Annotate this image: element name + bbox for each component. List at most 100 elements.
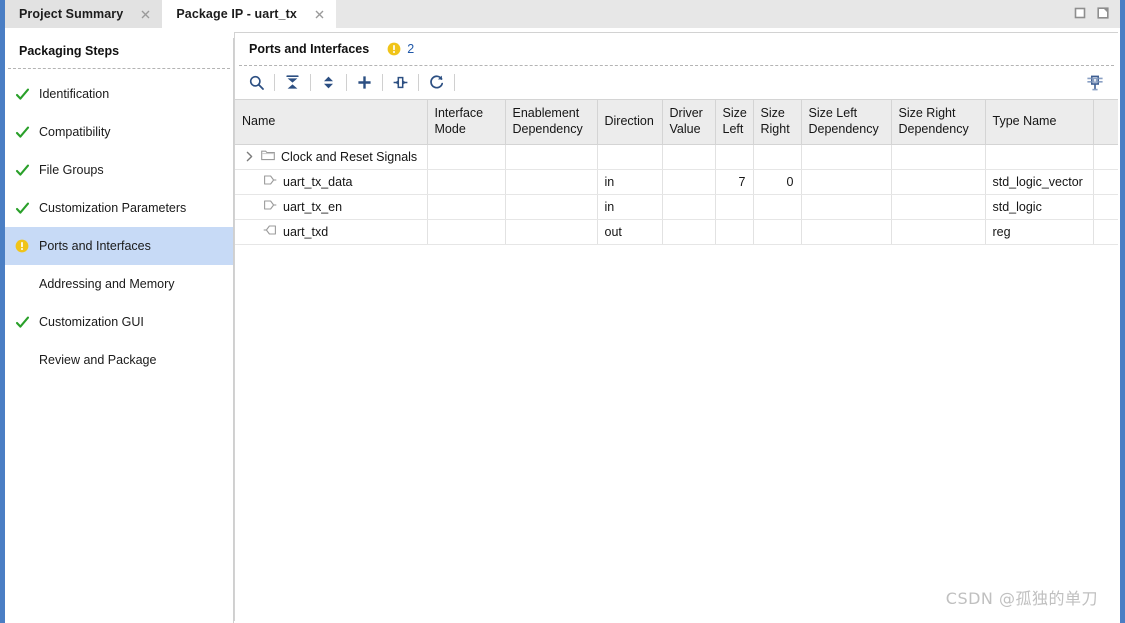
cell-size-right[interactable] [753,219,802,245]
table-row[interactable]: uart_tx_en in std_logic [235,194,1118,220]
row-name: uart_tx_en [283,199,343,214]
sidebar-item-identification[interactable]: Identification [5,75,233,113]
cell-type-name[interactable]: std_logic_vector [985,169,1094,195]
sidebar-item-file-groups[interactable]: File Groups [5,151,233,189]
toolbar-separator [382,74,383,91]
column-header-size-left[interactable]: Size Left [715,100,754,145]
table-row[interactable]: uart_txd out reg [235,219,1118,245]
status-badge[interactable]: 2 [387,42,414,56]
cell-enablement-dependency[interactable] [505,144,598,170]
cell-interface-mode[interactable] [427,194,506,220]
cell-size-right[interactable] [753,144,802,170]
sidebar-item-review-and-package[interactable]: Review and Package [5,341,233,379]
table-row[interactable]: uart_tx_data in 7 0 std_logic_vector [235,169,1118,195]
column-header-direction[interactable]: Direction [597,100,663,145]
cell-name[interactable]: uart_txd [235,219,428,245]
refresh-icon[interactable] [423,70,450,95]
toolbar-right-group [1081,66,1108,99]
toolbar-separator [274,74,275,91]
sidebar-item-addressing-and-memory[interactable]: Addressing and Memory [5,265,233,303]
cell-driver-value[interactable] [662,219,716,245]
cell-size-right-dependency[interactable] [891,144,986,170]
sidebar-item-compatibility[interactable]: Compatibility [5,113,233,151]
sidebar-step-list: Identification Compatibility File Groups [5,69,233,379]
column-header-name[interactable]: Name [235,100,428,145]
toolbar-separator [310,74,311,91]
cell-spare [1093,169,1118,195]
column-header-size-left-dependency[interactable]: Size Left Dependency [801,100,892,145]
cell-size-left[interactable]: 7 [715,169,754,195]
sidebar-item-label: File Groups [39,163,104,177]
cell-enablement-dependency[interactable] [505,194,598,220]
cell-name[interactable]: uart_tx_en [235,194,428,220]
float-window-icon[interactable] [1096,6,1110,20]
column-header-driver-value[interactable]: Driver Value [662,100,716,145]
cell-driver-value[interactable] [662,194,716,220]
sidebar-item-customization-parameters[interactable]: Customization Parameters [5,189,233,227]
cell-size-left-dependency[interactable] [801,144,892,170]
expand-all-icon[interactable] [315,70,342,95]
sidebar-item-customization-gui[interactable]: Customization GUI [5,303,233,341]
cell-interface-mode[interactable] [427,169,506,195]
tab-package-ip[interactable]: Package IP - uart_tx [162,0,336,28]
cell-driver-value[interactable] [662,169,716,195]
cell-enablement-dependency[interactable] [505,169,598,195]
table-header-row: Name Interface Mode Enablement Dependenc… [235,100,1118,145]
row-name: uart_tx_data [283,174,353,189]
cell-size-right-dependency[interactable] [891,194,986,220]
cell-type-name[interactable] [985,144,1094,170]
column-header-size-right-dependency[interactable]: Size Right Dependency [891,100,986,145]
cell-size-right[interactable] [753,194,802,220]
panel-header: Ports and Interfaces 2 [235,33,1118,65]
close-icon[interactable] [313,8,326,21]
table-row[interactable]: Clock and Reset Signals [235,144,1118,170]
cell-size-right-dependency[interactable] [891,219,986,245]
cell-type-name[interactable]: reg [985,219,1094,245]
cell-direction[interactable] [597,144,663,170]
add-icon[interactable] [351,70,378,95]
chevron-right-icon[interactable] [243,151,255,162]
cell-type-name[interactable]: std_logic [985,194,1094,220]
maximize-icon[interactable] [1073,6,1087,20]
cell-size-left-dependency[interactable] [801,194,892,220]
cell-direction[interactable]: out [597,219,663,245]
port-in-icon [263,174,277,189]
port-in-icon [263,199,277,214]
cell-interface-mode[interactable] [427,144,506,170]
cell-name[interactable]: uart_tx_data [235,169,428,195]
column-header-enablement-dependency[interactable]: Enablement Dependency [505,100,598,145]
search-icon[interactable] [243,70,270,95]
window-controls [1073,0,1120,28]
cell-size-left-dependency[interactable] [801,169,892,195]
cell-size-right-dependency[interactable] [891,169,986,195]
tab-project-summary[interactable]: Project Summary [5,0,163,28]
cell-name[interactable]: Clock and Reset Signals [235,144,428,170]
column-header-interface-mode[interactable]: Interface Mode [427,100,506,145]
cell-size-left-dependency[interactable] [801,219,892,245]
cell-size-right[interactable]: 0 [753,169,802,195]
cell-size-left[interactable] [715,144,754,170]
cell-direction[interactable]: in [597,194,663,220]
check-icon [15,163,37,178]
cell-direction[interactable]: in [597,169,663,195]
check-icon [15,315,37,330]
warning-icon [387,42,401,56]
cell-enablement-dependency[interactable] [505,219,598,245]
tab-label: Project Summary [19,7,124,21]
ports-table-container[interactable]: Name Interface Mode Enablement Dependenc… [235,99,1118,621]
sidebar-item-ports-and-interfaces[interactable]: Ports and Interfaces [5,227,233,265]
auto-infer-interface-icon[interactable] [387,70,414,95]
column-header-size-right[interactable]: Size Right [753,100,802,145]
check-icon [15,201,37,216]
cell-size-left[interactable] [715,194,754,220]
close-icon[interactable] [139,8,152,21]
cell-interface-mode[interactable] [427,219,506,245]
cell-driver-value[interactable] [662,144,716,170]
toolbar-separator [346,74,347,91]
collapse-all-icon[interactable] [279,70,306,95]
packaging-steps-sidebar: Packaging Steps Identification Compatibi… [5,28,233,623]
column-header-type-name[interactable]: Type Name [985,100,1094,145]
column-settings-icon[interactable] [1081,70,1108,95]
port-out-icon [263,224,277,239]
cell-size-left[interactable] [715,219,754,245]
